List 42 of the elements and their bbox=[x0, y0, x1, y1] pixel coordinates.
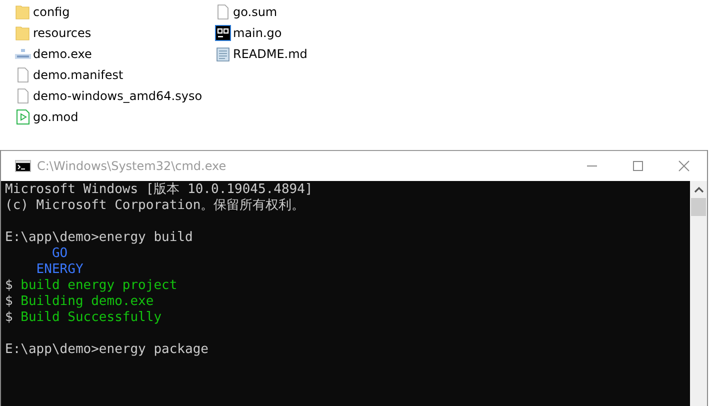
go-file-icon bbox=[215, 24, 231, 40]
file-name: demo.manifest bbox=[33, 68, 124, 82]
console-line: Microsoft Windows [版本 10.0.19045.4894] bbox=[5, 182, 313, 198]
file-icon bbox=[15, 88, 31, 104]
file-name: demo.exe bbox=[33, 46, 92, 60]
folder-icon bbox=[15, 4, 31, 20]
file-item[interactable]: resources bbox=[15, 22, 215, 43]
file-item[interactable]: main.go bbox=[215, 22, 415, 43]
file-name: resources bbox=[33, 26, 92, 40]
notepad-icon bbox=[215, 46, 231, 62]
file-icon bbox=[215, 4, 231, 20]
console-line: $ build energy project bbox=[5, 278, 178, 294]
file-item[interactable]: README.md bbox=[215, 43, 415, 64]
console-line: $ Building demo.exe bbox=[5, 294, 154, 310]
file-item[interactable]: demo.exe bbox=[15, 43, 215, 64]
file-icon bbox=[15, 66, 31, 82]
scrollbar[interactable] bbox=[690, 181, 707, 406]
console-line: E:\app\demo>energy package bbox=[5, 342, 208, 358]
console-line: ENERGY bbox=[35, 262, 84, 278]
file-name: demo-windows_amd64.syso bbox=[33, 88, 202, 102]
file-name: go.sum bbox=[233, 4, 278, 18]
file-name: README.md bbox=[233, 46, 308, 60]
file-item[interactable]: go.sum bbox=[215, 1, 415, 22]
file-item[interactable]: demo.manifest bbox=[15, 64, 215, 85]
play-file-icon bbox=[15, 108, 31, 124]
scroll-thumb[interactable] bbox=[691, 198, 706, 216]
maximize-icon bbox=[632, 160, 644, 172]
file-item[interactable]: config bbox=[15, 1, 215, 22]
file-item[interactable]: go.mod bbox=[15, 106, 215, 127]
scroll-up-icon[interactable] bbox=[694, 186, 704, 194]
file-name: config bbox=[33, 4, 70, 18]
console-line: GO bbox=[50, 246, 68, 262]
close-icon bbox=[678, 160, 690, 172]
file-name: main.go bbox=[233, 26, 282, 40]
file-name: go.mod bbox=[33, 110, 78, 124]
console-icon bbox=[15, 160, 31, 172]
console-line: $ Build Successfully bbox=[5, 310, 162, 326]
window-title: C:\Windows\System32\cmd.exe bbox=[37, 159, 226, 173]
folder-icon bbox=[15, 24, 31, 40]
console-line: (c) Microsoft Corporation。保留所有权利。 bbox=[5, 198, 305, 214]
file-item[interactable]: demo-windows_amd64.syso bbox=[15, 85, 215, 106]
console-line: E:\app\demo>energy build bbox=[5, 230, 193, 246]
